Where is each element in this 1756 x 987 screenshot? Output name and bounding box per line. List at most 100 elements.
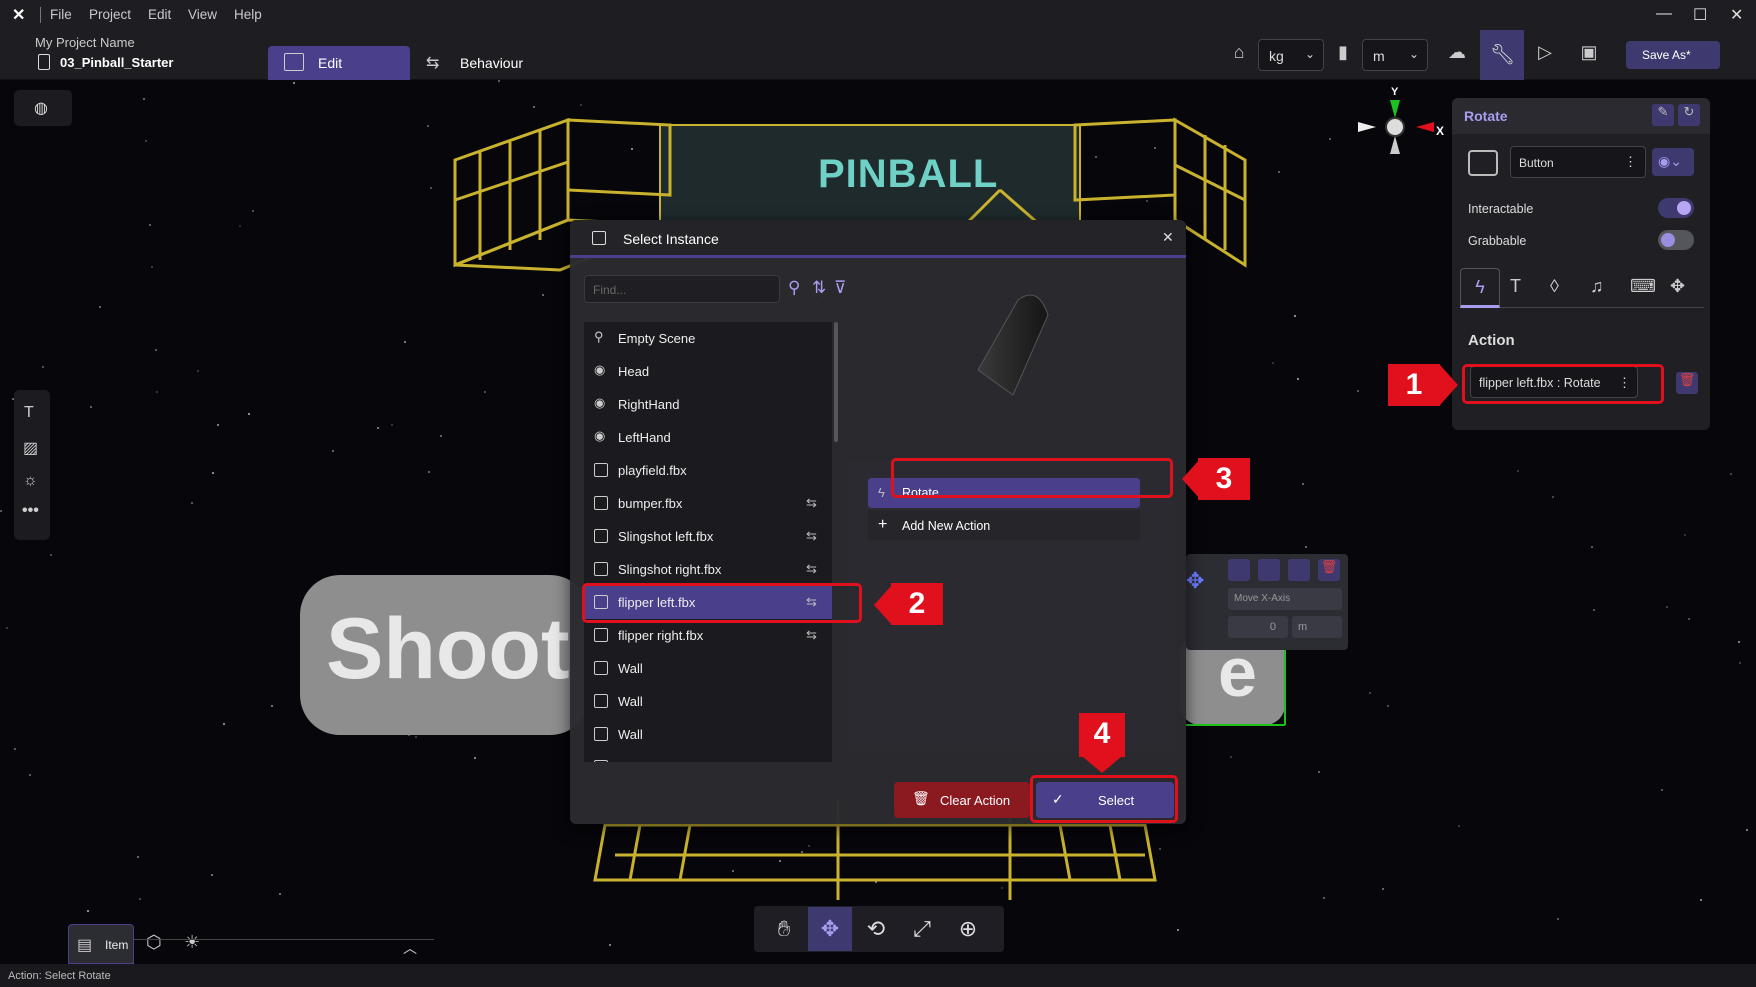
minimize-icon[interactable]: — — [1656, 5, 1672, 23]
close-icon[interactable]: ✕ — [1162, 229, 1174, 246]
search-input[interactable]: Find... — [584, 275, 780, 303]
menu-help[interactable]: Help — [234, 7, 262, 22]
add-new-action-button[interactable]: + Add New Action — [868, 510, 1140, 540]
list-item[interactable]: bumper.fbx ⇆ — [584, 487, 832, 520]
move-axis-select[interactable]: Move X-Axis — [1228, 588, 1342, 610]
hand-tool-icon[interactable]: ✋︎ — [762, 907, 806, 951]
list-item-label: Slingshot left.fbx — [618, 529, 714, 544]
more-icon[interactable]: ••• — [22, 502, 39, 520]
text-tool-icon[interactable]: T — [24, 404, 34, 422]
trash-icon[interactable]: 🗑︎ — [1318, 559, 1340, 581]
list-item[interactable]: ◉ Head — [584, 355, 832, 388]
chevron-down-icon: ⌄ — [1408, 47, 1419, 61]
edit-icon — [284, 53, 304, 71]
behind-transform-panel: ✥ 🗑︎ Move X-Axis 0 m — [1186, 554, 1348, 650]
list-item[interactable]: Wall — [584, 718, 832, 751]
environment-tab-icon[interactable]: ☀ — [184, 932, 200, 953]
visibility-select[interactable]: ◉⌄ — [1652, 148, 1694, 176]
unit-select[interactable]: m — [1292, 616, 1342, 638]
collapse-chevron-icon[interactable]: ︿ — [403, 938, 417, 958]
lightning-icon: ϟ — [1475, 277, 1485, 297]
list-item-label: LeftHand — [618, 430, 671, 445]
clear-action-label: Clear Action — [940, 793, 1011, 808]
list-item[interactable]: Slingshot left.fbx ⇆ — [584, 520, 832, 553]
list-item[interactable]: Wall — [584, 685, 832, 718]
list-item-label: Head — [618, 364, 650, 379]
delete-action-icon[interactable]: 🗑︎ — [1676, 372, 1698, 394]
tab-edit[interactable]: Edit — [268, 46, 410, 80]
list-item[interactable]: flipper right.fbx ⇆ — [584, 619, 832, 652]
filter-icon[interactable]: ⊽ — [834, 278, 846, 298]
title-bar: ✕ File Project Edit View Help — ☐ ✕ — [0, 0, 1756, 30]
search-icon[interactable]: ⚲ — [788, 278, 800, 298]
menu-project[interactable]: Project — [89, 7, 131, 22]
rotate-tool-icon[interactable]: ⟲ — [854, 907, 898, 951]
mass-unit-select[interactable]: kg ⌄ — [1258, 39, 1324, 71]
tab-item[interactable]: ▤ Item — [68, 924, 134, 964]
cube-icon — [594, 727, 608, 741]
cube-icon — [594, 661, 608, 675]
sort-icon[interactable]: ⇅ — [812, 278, 826, 298]
pinball-sign: PINBALL — [818, 152, 999, 196]
globe-button[interactable]: ◍ — [14, 90, 72, 126]
image-tool-icon[interactable]: ▨ — [23, 438, 38, 458]
list-item[interactable]: Wall — [584, 751, 832, 762]
maximize-icon[interactable]: ☐ — [1693, 5, 1707, 25]
bottom-panel-divider — [134, 939, 434, 940]
pin-icon[interactable] — [1228, 559, 1250, 581]
list-item-label: RightHand — [618, 397, 680, 412]
gizmo-y-label: Y — [1391, 86, 1399, 98]
list-item[interactable]: Slingshot right.fbx ⇆ — [584, 553, 832, 586]
move-tool-icon[interactable]: ✥ — [808, 907, 852, 951]
tab-music-icon[interactable]: ♫ — [1590, 276, 1604, 297]
pivot-tool-icon[interactable]: ⊕ — [946, 907, 990, 951]
play-icon[interactable]: ▷ — [1532, 42, 1558, 68]
tab-paint-icon[interactable]: ⌨ — [1630, 276, 1656, 297]
close-window-icon[interactable]: ✕ — [1730, 5, 1743, 25]
pencil-icon[interactable]: ✎ — [1652, 104, 1674, 126]
link-icon[interactable] — [1288, 559, 1310, 581]
list-item-label: playfield.fbx — [618, 463, 687, 478]
length-unit-select[interactable]: m ⌄ — [1362, 39, 1428, 71]
type-select[interactable]: Button ⋮ — [1510, 146, 1646, 178]
save-icon[interactable]: ▣ — [1576, 42, 1602, 68]
clear-action-button[interactable]: 🗑︎ Clear Action — [894, 782, 1030, 818]
eye-icon[interactable] — [1258, 559, 1280, 581]
callout-4-arrow — [1083, 757, 1121, 773]
tab-text-icon[interactable]: T — [1510, 276, 1521, 297]
interactable-toggle[interactable] — [1658, 198, 1694, 218]
mass-unit-value: kg — [1269, 48, 1284, 64]
tools-button[interactable]: 🔧︎ — [1480, 30, 1524, 80]
tab-behaviour[interactable]: ⇆ Behaviour — [422, 46, 542, 80]
cloud-icon[interactable]: ☁ — [1444, 42, 1470, 68]
gizmo-axes-icon — [1358, 100, 1434, 154]
menu-edit[interactable]: Edit — [148, 7, 171, 22]
callout-3: 3 — [1198, 458, 1250, 500]
scene-name[interactable]: 03_Pinball_Starter — [60, 55, 173, 70]
save-as-button[interactable]: Save As* — [1626, 41, 1720, 69]
object-tab-icon[interactable]: ⬡ — [146, 932, 162, 953]
callout-2-arrow — [874, 585, 892, 625]
list-scrollbar[interactable] — [834, 322, 838, 442]
tab-drop-icon[interactable]: ◊ — [1550, 276, 1559, 297]
light-tool-icon[interactable]: ☼ — [23, 472, 38, 490]
scale-tool-icon[interactable]: ⤢ — [900, 907, 944, 951]
list-item[interactable]: playfield.fbx — [584, 454, 832, 487]
orientation-gizmo[interactable]: Y X — [1356, 86, 1456, 178]
behaviour-icon: ⇆ — [806, 561, 817, 576]
value-stepper[interactable]: 0 — [1228, 616, 1288, 638]
value-stepper-value: 0 — [1269, 621, 1276, 633]
list-item[interactable]: ◉ RightHand — [584, 388, 832, 421]
head-icon: ◉ — [594, 362, 606, 377]
list-item[interactable]: ◉ LeftHand — [584, 421, 832, 454]
menu-file[interactable]: File — [50, 7, 72, 22]
refresh-icon[interactable]: ↻ — [1678, 104, 1700, 126]
list-item[interactable]: ⚲ Empty Scene — [584, 322, 832, 355]
menu-view[interactable]: View — [188, 7, 217, 22]
instance-icon — [592, 231, 606, 245]
grabbable-toggle[interactable] — [1658, 230, 1694, 250]
tab-action[interactable]: ϟ — [1460, 268, 1500, 308]
list-item[interactable]: Wall — [584, 652, 832, 685]
cube-icon — [594, 463, 608, 477]
tab-move-icon[interactable]: ✥ — [1670, 276, 1685, 297]
